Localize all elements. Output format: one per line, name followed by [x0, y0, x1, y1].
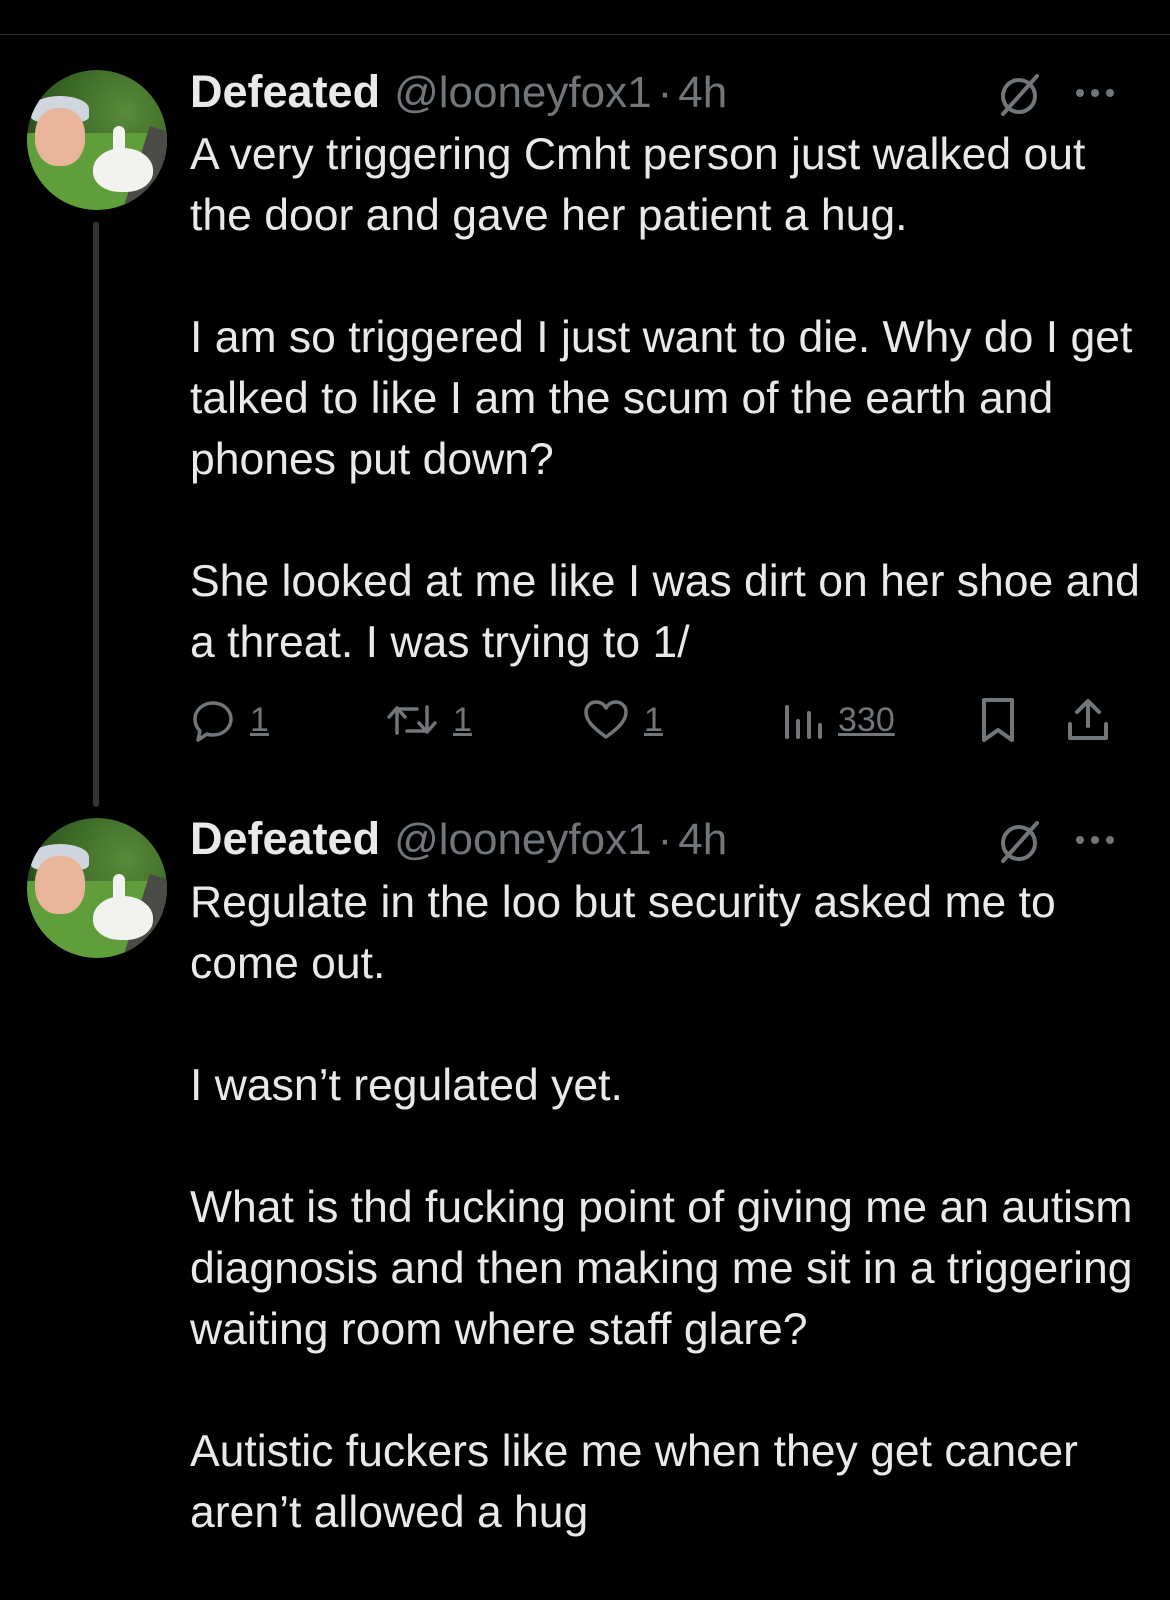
tweet-2[interactable]: Defeated @looneyfox1 · 4h Regulate in th… [0, 0, 1170, 1600]
user-handle[interactable]: @looneyfox1 [394, 815, 652, 865]
more-icon[interactable] [1070, 825, 1120, 855]
tweet-text: Regulate in the loo but security asked m… [190, 878, 1133, 1537]
tweet-header: Defeated @looneyfox1 · 4h [190, 813, 727, 865]
separator: · [657, 815, 673, 864]
avatar[interactable] [27, 818, 167, 958]
display-name[interactable]: Defeated [190, 813, 380, 865]
slash-circle-icon[interactable] [995, 817, 1045, 867]
timestamp[interactable]: 4h [678, 815, 727, 865]
